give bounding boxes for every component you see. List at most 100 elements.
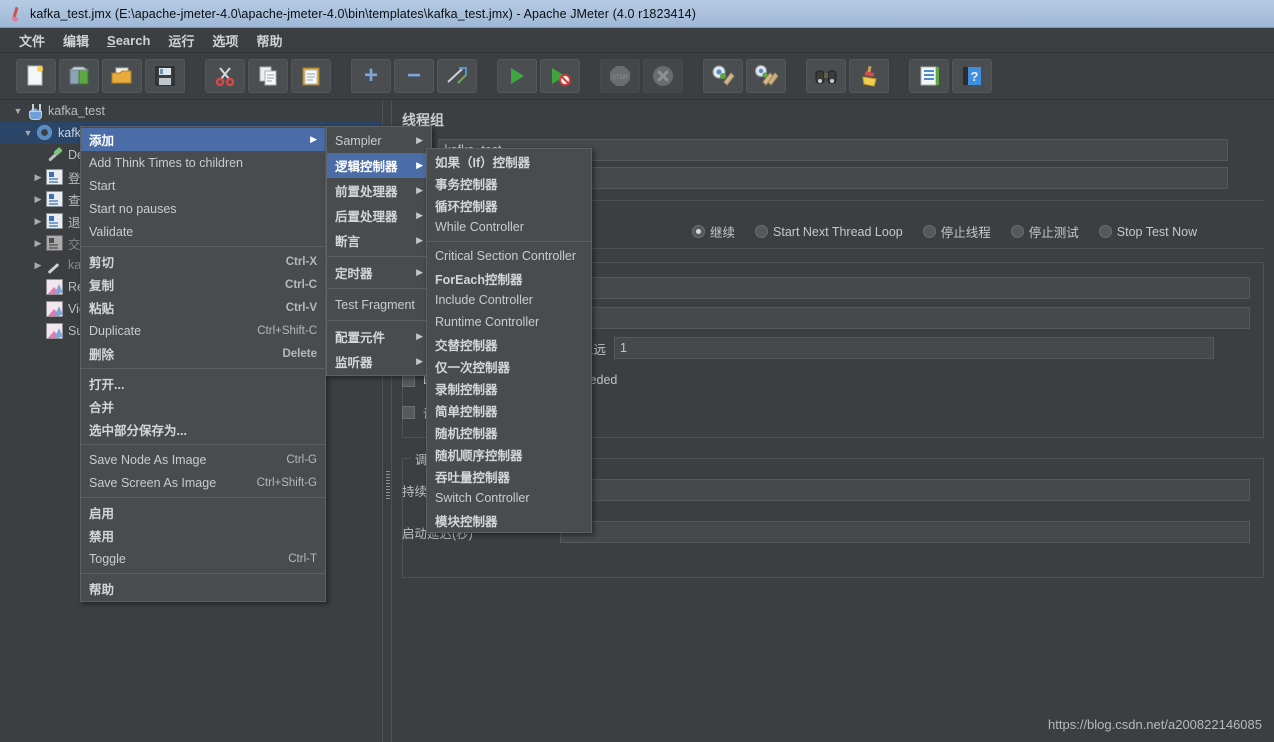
context-item-add[interactable]: 添加 ▶ bbox=[81, 128, 325, 151]
logic-item-switch-controller[interactable]: Switch Controller bbox=[427, 487, 591, 509]
toggle-button[interactable] bbox=[437, 59, 477, 93]
add-item-post-processor[interactable]: 后置处理器 ▶ bbox=[327, 203, 431, 228]
add-item-pre-processor[interactable]: 前置处理器 ▶ bbox=[327, 178, 431, 203]
new-button[interactable] bbox=[16, 59, 56, 93]
paste-button[interactable] bbox=[291, 59, 331, 93]
save-button[interactable] bbox=[145, 59, 185, 93]
context-item-save-screen-as-image[interactable]: Save Screen As Image Ctrl+Shift-G bbox=[81, 471, 325, 494]
logic-item-module-controller[interactable]: 模块控制器 bbox=[427, 509, 591, 531]
radio-stop-test-now-icon[interactable] bbox=[1098, 225, 1112, 238]
clear-all-button[interactable] bbox=[746, 59, 786, 93]
context-item-open[interactable]: 打开... bbox=[81, 372, 325, 395]
menu-help[interactable]: 帮助 bbox=[247, 29, 291, 52]
chevron-right-icon[interactable]: ▶ bbox=[32, 238, 44, 249]
menu-edit[interactable]: 编辑 bbox=[54, 29, 98, 52]
shutdown-button[interactable] bbox=[643, 59, 683, 93]
context-item-save-selection-as[interactable]: 选中部分保存为... bbox=[81, 418, 325, 441]
radio-stop-test[interactable]: 停止测试 bbox=[1010, 222, 1079, 241]
start-no-pauses-button[interactable] bbox=[540, 59, 580, 93]
context-item-save-node-as-image[interactable]: Save Node As Image Ctrl-G bbox=[81, 448, 325, 471]
menu-search[interactable]: Search bbox=[98, 31, 159, 50]
context-item-enable[interactable]: 启用 bbox=[81, 501, 325, 524]
context-item-validate[interactable]: Validate bbox=[81, 220, 325, 243]
radio-stop-test-icon[interactable] bbox=[1010, 225, 1024, 238]
logic-item-foreach-controller[interactable]: ForEach控制器 bbox=[427, 267, 591, 289]
chevron-right-icon[interactable]: ▶ bbox=[32, 172, 44, 183]
radio-stop-thread[interactable]: 停止线程 bbox=[922, 222, 991, 241]
context-item-toggle[interactable]: Toggle Ctrl-T bbox=[81, 547, 325, 570]
add-item-timer[interactable]: 定时器 ▶ bbox=[327, 260, 431, 285]
context-item-delete[interactable]: 删除 Delete bbox=[81, 342, 325, 365]
add-item-listener[interactable]: 监听器 ▶ bbox=[327, 349, 431, 374]
split-pane-grip[interactable] bbox=[386, 471, 390, 501]
menu-file[interactable]: 文件 bbox=[10, 29, 54, 52]
logic-item-random-controller[interactable]: 随机控制器 bbox=[427, 421, 591, 443]
radio-stop-test-now[interactable]: Stop Test Now bbox=[1098, 225, 1197, 239]
logic-item-if-controller[interactable]: 如果（If）控制器 bbox=[427, 150, 591, 172]
collapse-all-button[interactable]: − bbox=[394, 59, 434, 93]
chevron-right-icon[interactable]: ▶ bbox=[32, 260, 44, 271]
add-submenu[interactable]: Sampler ▶ 逻辑控制器 ▶ 前置处理器 ▶ 后置处理器 ▶ 断言 ▶ 定… bbox=[326, 126, 436, 376]
context-item-cut[interactable]: 剪切 Ctrl-X bbox=[81, 250, 325, 273]
chevron-down-icon[interactable]: ▼ bbox=[22, 128, 34, 138]
context-item-copy[interactable]: 复制 Ctrl-C bbox=[81, 273, 325, 296]
field-startup-delay[interactable] bbox=[560, 521, 1250, 543]
logic-item-throughput-controller[interactable]: 吞吐量控制器 bbox=[427, 465, 591, 487]
chevron-right-icon[interactable]: ▶ bbox=[32, 216, 44, 227]
logic-item-runtime-controller[interactable]: Runtime Controller bbox=[427, 311, 591, 333]
radio-continue[interactable]: 继续 bbox=[692, 222, 735, 241]
logic-item-transaction-controller[interactable]: 事务控制器 bbox=[427, 172, 591, 194]
tree-node-test-plan[interactable]: ▼ kafka_test bbox=[0, 100, 382, 122]
context-item-add-think-times[interactable]: Add Think Times to children bbox=[81, 151, 325, 174]
chevron-down-icon[interactable]: ▼ bbox=[12, 106, 24, 116]
clear-button[interactable] bbox=[703, 59, 743, 93]
logic-item-recording-controller[interactable]: 录制控制器 bbox=[427, 377, 591, 399]
logic-item-while-controller[interactable]: While Controller bbox=[427, 216, 591, 238]
radio-start-next-thread-loop[interactable]: Start Next Thread Loop bbox=[755, 225, 903, 239]
context-item-merge[interactable]: 合并 bbox=[81, 395, 325, 418]
field-duration[interactable] bbox=[560, 479, 1250, 501]
chevron-right-icon[interactable]: ▶ bbox=[32, 194, 44, 205]
menu-options[interactable]: 选项 bbox=[203, 29, 247, 52]
function-helper-button[interactable] bbox=[909, 59, 949, 93]
context-item-disable[interactable]: 禁用 bbox=[81, 524, 325, 547]
logic-item-interleave-controller[interactable]: 交替控制器 bbox=[427, 333, 591, 355]
logic-item-simple-controller[interactable]: 简单控制器 bbox=[427, 399, 591, 421]
context-item-duplicate[interactable]: Duplicate Ctrl+Shift-C bbox=[81, 319, 325, 342]
templates-button[interactable] bbox=[59, 59, 99, 93]
radio-continue-icon[interactable] bbox=[692, 225, 705, 238]
tree-node-context-menu[interactable]: 添加 ▶ Add Think Times to children Start S… bbox=[80, 126, 326, 602]
start-button[interactable] bbox=[497, 59, 537, 93]
add-item-logic-controller[interactable]: 逻辑控制器 ▶ bbox=[327, 153, 431, 178]
field-thread-count[interactable]: 1 bbox=[560, 277, 1250, 299]
expand-all-button[interactable]: + bbox=[351, 59, 391, 93]
logic-item-include-controller[interactable]: Include Controller bbox=[427, 289, 591, 311]
add-item-test-fragment[interactable]: Test Fragment ▶ bbox=[327, 292, 436, 317]
logic-item-critical-section-controller[interactable]: Critical Section Controller bbox=[427, 245, 591, 267]
menu-run[interactable]: 运行 bbox=[159, 29, 203, 52]
field-ramp-up[interactable]: 1 bbox=[560, 307, 1250, 329]
search-button[interactable] bbox=[806, 59, 846, 93]
logic-item-once-only-controller[interactable]: 仅一次控制器 bbox=[427, 355, 591, 377]
reset-search-button[interactable] bbox=[849, 59, 889, 93]
logic-item-random-order-controller[interactable]: 随机顺序控制器 bbox=[427, 443, 591, 465]
help-button[interactable]: ? bbox=[952, 59, 992, 93]
add-item-sampler[interactable]: Sampler ▶ bbox=[327, 128, 431, 153]
context-item-paste[interactable]: 粘贴 Ctrl-V bbox=[81, 296, 325, 319]
radio-start-next-thread-loop-icon[interactable] bbox=[755, 225, 769, 238]
stop-button[interactable]: STOP bbox=[600, 59, 640, 93]
checkbox-scheduler[interactable] bbox=[402, 405, 415, 419]
logic-item-loop-controller[interactable]: 循环控制器 bbox=[427, 194, 591, 216]
logic-controller-submenu[interactable]: 如果（If）控制器 事务控制器 循环控制器 While Controller C… bbox=[426, 148, 592, 533]
cut-button[interactable] bbox=[205, 59, 245, 93]
context-item-start-no-pauses[interactable]: Start no pauses bbox=[81, 197, 325, 220]
logic-item-while-controller-label: While Controller bbox=[435, 220, 524, 234]
field-loop-count[interactable]: 1 bbox=[614, 337, 1215, 359]
add-item-assertion[interactable]: 断言 ▶ bbox=[327, 228, 431, 253]
open-button[interactable] bbox=[102, 59, 142, 93]
add-item-config-element[interactable]: 配置元件 ▶ bbox=[327, 324, 431, 349]
radio-stop-thread-icon[interactable] bbox=[922, 225, 936, 238]
context-item-help[interactable]: 帮助 bbox=[81, 577, 325, 600]
copy-button[interactable] bbox=[248, 59, 288, 93]
context-item-start[interactable]: Start bbox=[81, 174, 325, 197]
